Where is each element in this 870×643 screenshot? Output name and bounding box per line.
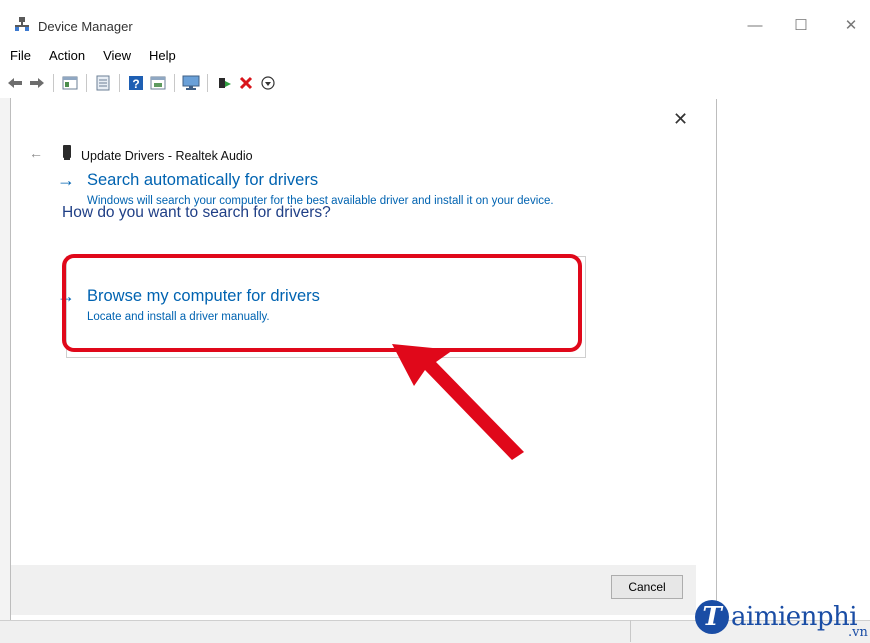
- back-icon[interactable]: [6, 74, 24, 92]
- close-window-button[interactable]: ✕: [834, 12, 868, 38]
- watermark-text: aimienphi: [731, 602, 858, 632]
- dialog-close-button[interactable]: ✕: [673, 109, 688, 130]
- toolbar-divider: [53, 74, 54, 92]
- device-manager-icon: [15, 17, 29, 31]
- search-automatically-option[interactable]: → Search automatically for drivers Windo…: [57, 171, 567, 231]
- watermark-logo: T aimienphi .vn: [695, 595, 868, 640]
- view-icon[interactable]: [149, 74, 167, 92]
- update-driver-icon[interactable]: [215, 74, 233, 92]
- dialog-heading: Update Drivers - Realtek Audio: [81, 149, 253, 163]
- toolbar-divider: [86, 74, 87, 92]
- window-title: Device Manager: [38, 19, 133, 34]
- menu-file[interactable]: File: [0, 46, 39, 68]
- title-bar: Device Manager — ☐ ✕: [0, 0, 870, 40]
- status-bar-divider: [630, 620, 631, 642]
- cancel-button[interactable]: Cancel: [611, 575, 683, 599]
- uninstall-icon[interactable]: [237, 74, 255, 92]
- dialog-footer: Cancel: [11, 565, 696, 615]
- menu-view[interactable]: View: [93, 46, 139, 68]
- toolbar: ?: [6, 70, 277, 96]
- help-icon[interactable]: ?: [127, 74, 145, 92]
- arrow-right-icon: →: [57, 170, 75, 190]
- enable-icon[interactable]: [259, 74, 277, 92]
- toolbar-divider: [207, 74, 208, 92]
- maximize-button[interactable]: ☐: [784, 12, 818, 38]
- menu-bar: File Action View Help: [0, 46, 184, 68]
- forward-icon[interactable]: [28, 74, 46, 92]
- watermark-initial: T: [695, 600, 729, 634]
- scan-icon[interactable]: [94, 74, 112, 92]
- device-tree-pane: [0, 98, 11, 628]
- toolbar-divider: [174, 74, 175, 92]
- annotation-highlight-box: [62, 254, 582, 352]
- properties-icon[interactable]: [61, 74, 79, 92]
- option-description: Windows will search your computer for th…: [87, 195, 554, 207]
- dialog-back-button[interactable]: ←: [29, 145, 43, 161]
- monitor-icon[interactable]: [182, 74, 200, 92]
- audio-device-icon: [63, 145, 71, 160]
- option-title[interactable]: Search automatically for drivers: [87, 171, 318, 189]
- svg-text:?: ?: [132, 77, 139, 91]
- minimize-button[interactable]: —: [738, 12, 772, 38]
- toolbar-divider: [119, 74, 120, 92]
- watermark-suffix: .vn: [848, 625, 868, 640]
- menu-action[interactable]: Action: [39, 46, 93, 68]
- menu-help[interactable]: Help: [139, 46, 184, 68]
